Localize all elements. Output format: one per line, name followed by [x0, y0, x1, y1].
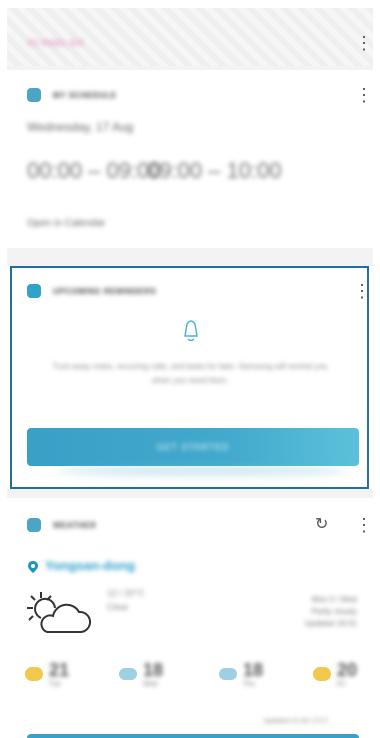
location-pin-icon	[28, 561, 38, 573]
schedule-date: Wednesday, 17 Aug	[27, 120, 134, 134]
weather-location: Yongsan-dong	[45, 558, 136, 573]
forecast-item: 20 Fri	[313, 660, 357, 688]
header-card: YC PIXEL KIT ⋮	[7, 8, 373, 66]
device-screen: YC PIXEL KIT ⋮ MY SCHEDULE ⋮ Wednesday, …	[7, 8, 373, 738]
weather-card: WEATHER ↻ ⋮ Yongsan-dong 12 / 20°C Clear…	[7, 498, 373, 738]
bottom-action-bar[interactable]	[27, 734, 359, 738]
weather-updated: Updated 21:00 17/17	[263, 718, 329, 725]
weather-title: WEATHER	[53, 520, 97, 530]
schedule-time-block-1: 00:00 – 09:00	[27, 158, 162, 183]
forecast-item: 18 Wed	[119, 660, 163, 688]
calendar-icon	[27, 88, 41, 102]
schedule-card: MY SCHEDULE ⋮ Wednesday, 17 Aug 00:00 – …	[7, 70, 373, 248]
forecast-item: 18 Thu	[219, 660, 263, 688]
more-vertical-icon[interactable]: ⋮	[355, 34, 373, 52]
header-title: YC PIXEL KIT	[27, 38, 85, 48]
forecast-item: 21 Tue	[25, 660, 69, 688]
cloud-icon	[219, 668, 237, 680]
schedule-title: MY SCHEDULE	[53, 90, 117, 100]
partly-cloudy-icon	[25, 667, 43, 681]
cloud-icon	[119, 668, 137, 680]
weather-current-temps: 12 / 20°C Clear	[107, 588, 145, 612]
focus-outline	[10, 266, 369, 489]
weather-app-icon	[27, 518, 41, 532]
partly-cloudy-icon	[313, 667, 331, 681]
refresh-icon[interactable]: ↻	[315, 516, 328, 534]
more-vertical-icon[interactable]: ⋮	[355, 86, 373, 104]
schedule-footer[interactable]: Open in Calendar	[27, 218, 105, 229]
schedule-time-block-2: 09:00 – 10:00	[147, 158, 282, 183]
weather-details: Mon 5 / Wed Partly cloudy Updated 16:01	[304, 595, 358, 628]
more-vertical-icon[interactable]: ⋮	[355, 516, 373, 534]
partly-cloudy-icon	[27, 592, 91, 633]
